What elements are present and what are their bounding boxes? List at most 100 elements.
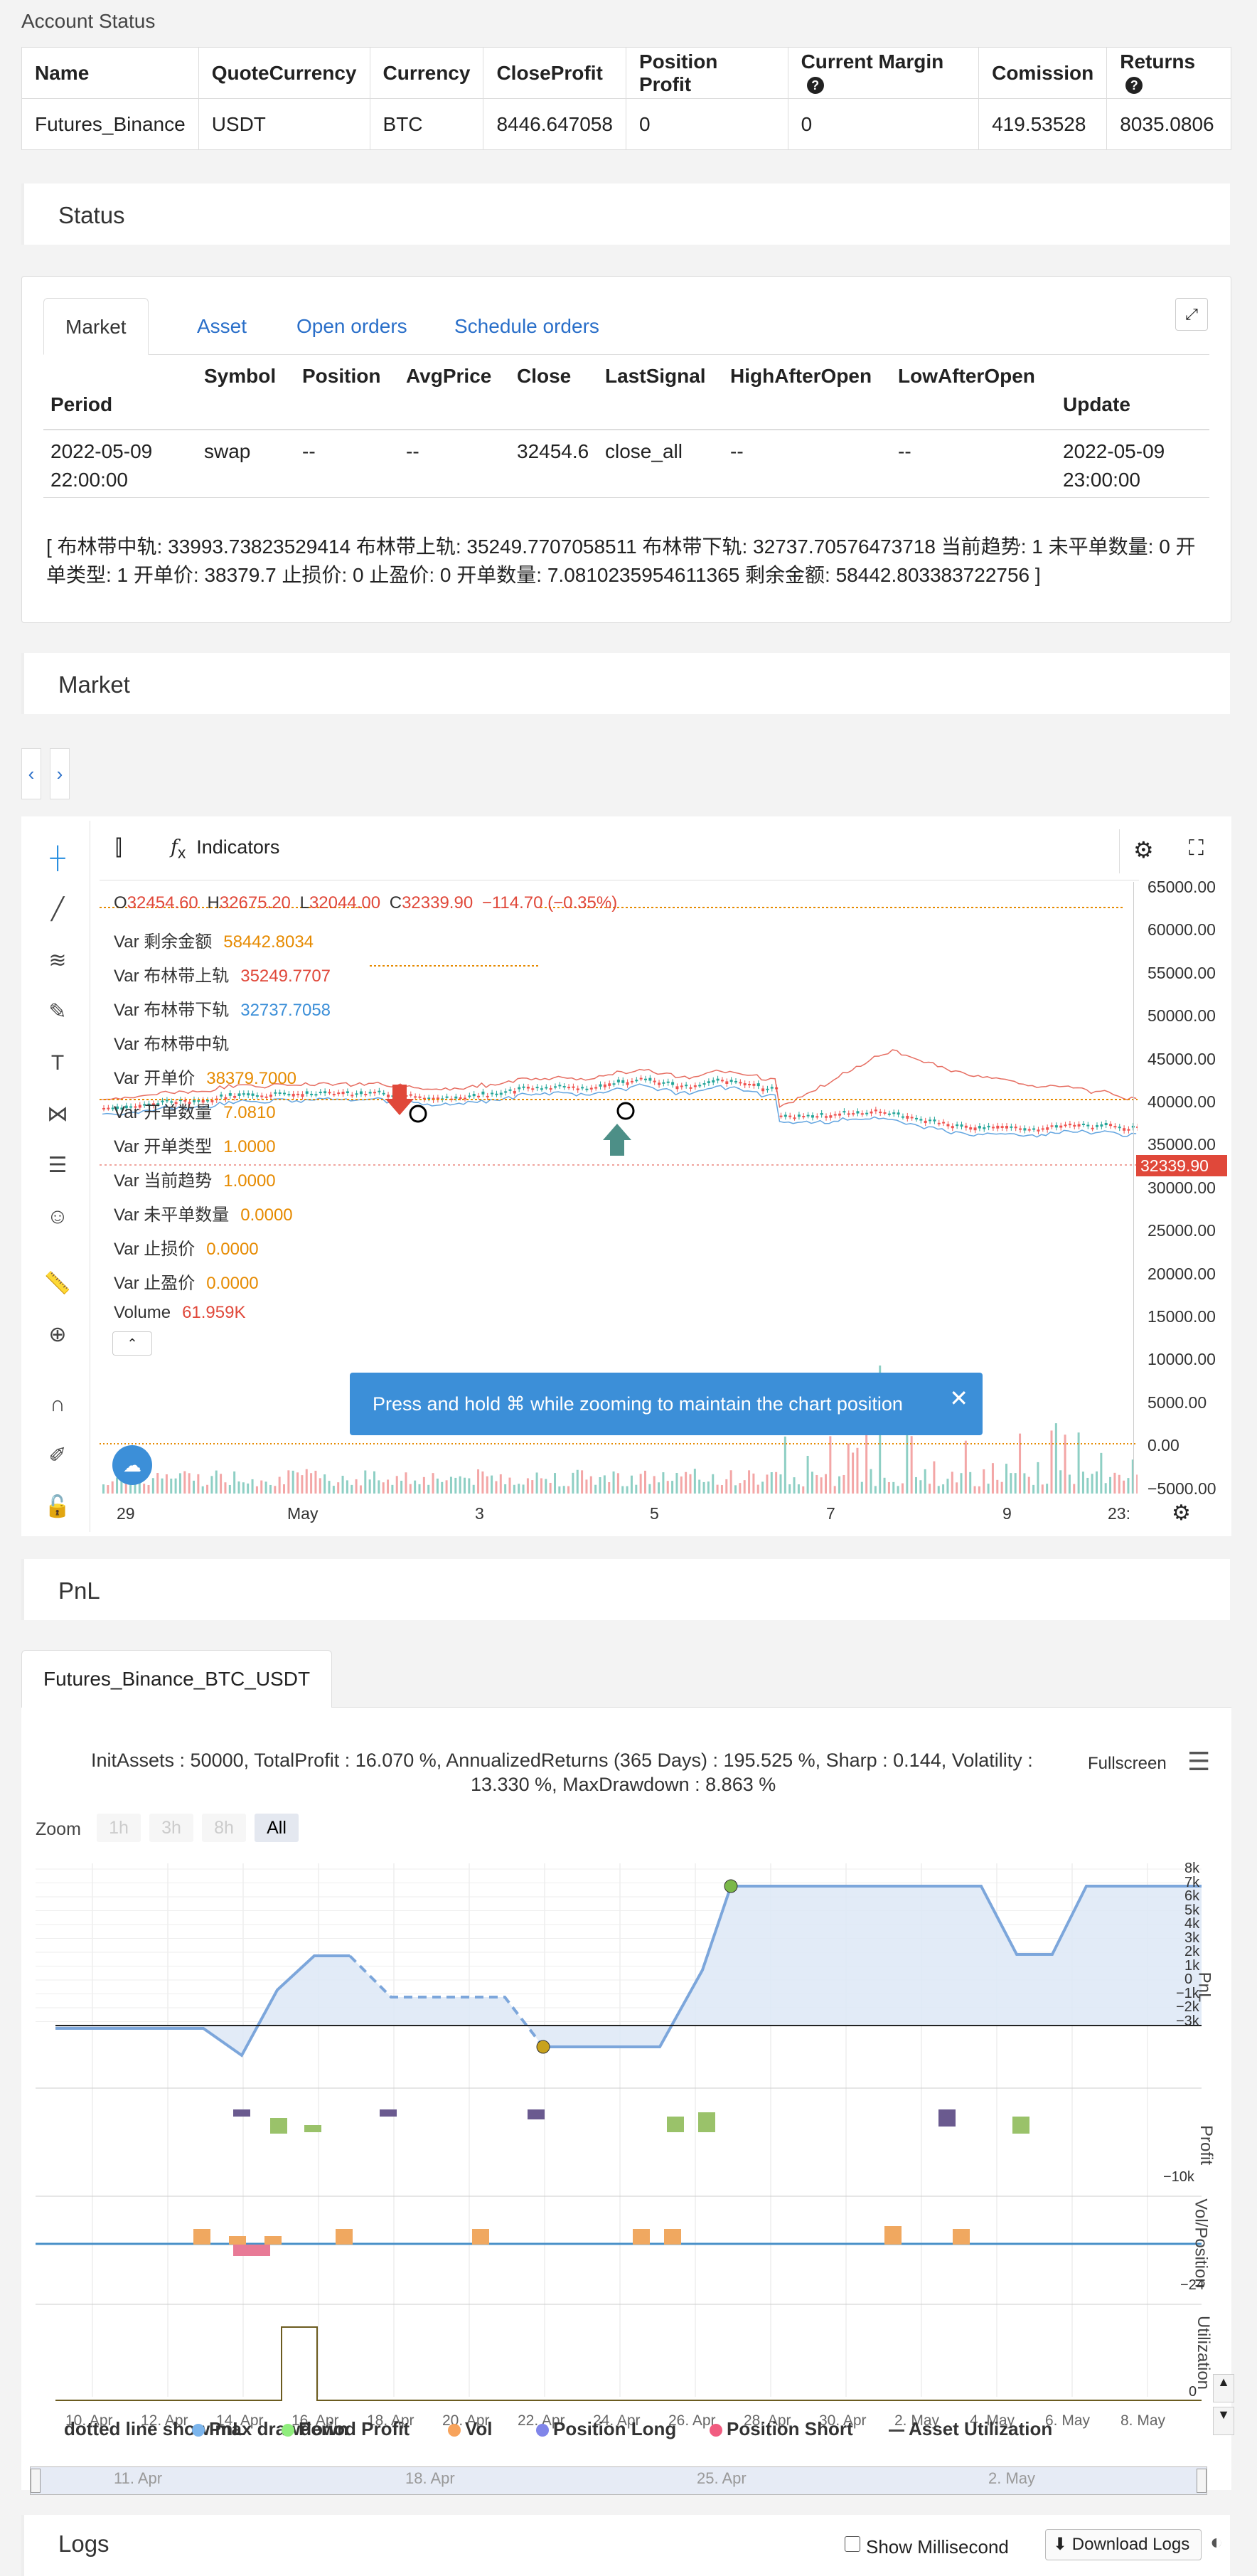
help-icon[interactable]: ? xyxy=(806,77,824,95)
candle xyxy=(287,1094,291,1096)
candle xyxy=(987,1125,990,1128)
tab-asset[interactable]: Asset xyxy=(197,298,247,355)
scroll-down-button[interactable]: ▼ xyxy=(1213,2407,1234,2435)
legend-label: Vol xyxy=(465,2418,493,2439)
indicator-legend-item[interactable]: Volume 61.959K xyxy=(114,1303,245,1323)
candle xyxy=(1136,1126,1138,1129)
scroll-up-button[interactable]: ▲ xyxy=(1213,2374,1234,2402)
legend-item[interactable]: PnL xyxy=(192,2418,244,2440)
volume-bar xyxy=(653,1476,656,1494)
volume-bar xyxy=(454,1477,457,1494)
expand-button[interactable]: ⤢ xyxy=(1175,298,1208,331)
forecast-icon[interactable]: ☰ xyxy=(41,1149,74,1182)
cell-lowafteropen: -- xyxy=(898,440,911,462)
volume-bar xyxy=(621,1486,624,1494)
zoom-button-8h[interactable]: 8h xyxy=(202,1814,246,1842)
volume-bar xyxy=(395,1476,398,1494)
navigator-handle-left[interactable] xyxy=(31,2469,41,2493)
volume-bar xyxy=(589,1476,592,1494)
text-tool-icon[interactable]: T xyxy=(41,1047,74,1080)
volume-bar xyxy=(951,1471,953,1494)
download-logs-button[interactable]: ⬇ Download Logs xyxy=(1045,2529,1202,2560)
zoom-button-1h[interactable]: 1h xyxy=(97,1814,141,1842)
candle xyxy=(454,1096,458,1099)
indicator-legend-item[interactable]: Var 未平单数量 0.0000 xyxy=(114,1201,293,1225)
tab-schedule-orders[interactable]: Schedule orders xyxy=(454,298,599,355)
volume-bar xyxy=(269,1484,272,1494)
legend-item[interactable]: Position Short xyxy=(710,2418,853,2440)
theme-toggle-icon[interactable]: ◐ xyxy=(1210,2530,1223,2555)
volume-bar xyxy=(838,1476,841,1494)
status-info-line2: 单类型: 1 开单价: 38379.7 止损价: 0 止盈价: 0 开单数量: … xyxy=(46,564,1041,586)
price-tick: 10000.00 xyxy=(1148,1350,1216,1369)
legend-item[interactable]: Period Profit xyxy=(282,2418,410,2440)
indicator-legend-item[interactable]: Var 布林带上轨 35249.7707 xyxy=(114,962,331,986)
volume-bar xyxy=(283,1484,285,1494)
lock-icon[interactable]: 🔓 xyxy=(41,1491,74,1523)
candle xyxy=(260,1095,264,1097)
collapse-legend-button[interactable]: ⌃ xyxy=(112,1331,152,1356)
magnet-icon[interactable]: ∩ xyxy=(41,1388,74,1421)
pattern-icon[interactable]: ⋈ xyxy=(41,1098,74,1131)
indicator-legend-item[interactable]: Var 当前趋势 1.0000 xyxy=(114,1166,276,1191)
volume-bar xyxy=(585,1479,588,1494)
volume-bar xyxy=(188,1473,191,1494)
indicator-legend-item[interactable]: Var 剩余金额 58442.8034 xyxy=(114,927,314,952)
show-ms-checkbox[interactable] xyxy=(845,2536,860,2552)
indicator-legend-item[interactable]: Var 开单数量 7.0810 xyxy=(114,1098,276,1123)
axis-settings-icon[interactable]: ⚙ xyxy=(1172,1501,1191,1526)
candle xyxy=(255,1095,259,1097)
vol-bar xyxy=(633,2229,650,2245)
indicator-legend-item[interactable]: Var 止损价 0.0000 xyxy=(114,1235,259,1260)
zoom-button-3h[interactable]: 3h xyxy=(149,1814,193,1842)
emoji-icon[interactable]: ☺ xyxy=(41,1201,74,1233)
close-icon[interactable]: ✕ xyxy=(949,1367,968,1430)
candle xyxy=(712,1080,715,1082)
crosshair-icon[interactable]: ┼ xyxy=(41,842,74,875)
candle xyxy=(946,1124,950,1127)
candle xyxy=(220,1094,223,1097)
volume-bar xyxy=(983,1469,985,1494)
indicator-legend-item[interactable]: Var 开单价 38379.7000 xyxy=(114,1064,296,1089)
help-icon[interactable]: ? xyxy=(1125,77,1143,95)
ruler-icon[interactable]: 📏 xyxy=(41,1267,74,1300)
fullscreen-label[interactable]: Fullscreen xyxy=(1088,1754,1167,1774)
zoom-button-All[interactable]: All xyxy=(255,1814,299,1842)
indicator-value: 61.959K xyxy=(182,1303,246,1322)
pnl-chart[interactable] xyxy=(36,1863,1230,2404)
volume-bar xyxy=(1077,1432,1080,1494)
legend-item[interactable]: Position Long xyxy=(536,2418,676,2440)
candle xyxy=(341,1092,345,1095)
tab-futures-binance[interactable]: Futures_Binance_BTC_USDT xyxy=(21,1650,333,1708)
nav-prev-button[interactable]: ‹ xyxy=(21,748,41,799)
account-cell-4: 0 xyxy=(625,98,788,150)
zoom-in-icon[interactable]: ⊕ xyxy=(41,1319,74,1351)
legend-item[interactable]: Vol xyxy=(448,2418,493,2440)
lock-drawing-icon[interactable]: ✐ xyxy=(41,1439,74,1472)
signal-circle-icon xyxy=(616,1102,635,1120)
trendline-icon[interactable]: ╱ xyxy=(41,893,74,926)
show-ms-label[interactable]: Show Millisecond xyxy=(866,2536,1009,2558)
indicator-legend-item[interactable]: Var 布林带中轨 xyxy=(114,1030,240,1055)
fullscreen-icon[interactable]: ⛶ xyxy=(1189,836,1204,861)
account-col-5: Current Margin? xyxy=(787,47,980,99)
brush-icon[interactable]: ✎ xyxy=(41,996,74,1028)
settings-icon[interactable]: ⚙ xyxy=(1133,836,1154,863)
nav-next-button[interactable]: › xyxy=(50,748,70,799)
candles-icon[interactable]: ⫿ xyxy=(115,836,122,861)
tab-open-orders[interactable]: Open orders xyxy=(296,298,407,355)
volume-bar xyxy=(382,1482,385,1494)
indicator-legend-item[interactable]: Var 开单类型 1.0000 xyxy=(114,1132,276,1157)
candle xyxy=(797,1114,801,1117)
indicator-legend-item[interactable]: Var 止盈价 0.0000 xyxy=(114,1269,259,1294)
indicators-button[interactable]: fx Indicators xyxy=(171,836,279,862)
indicator-legend-item[interactable]: Var 布林带下轨 32737.7058 xyxy=(114,996,331,1021)
tab-market[interactable]: Market xyxy=(43,298,149,355)
navigator-handle-right[interactable] xyxy=(1197,2469,1207,2493)
candle xyxy=(364,1094,368,1096)
volume-bar xyxy=(156,1473,159,1494)
menu-icon[interactable]: ☰ xyxy=(1187,1747,1210,1777)
position-short-bar xyxy=(233,2245,270,2256)
legend-item[interactable]: Asset Utilization xyxy=(889,2418,1052,2440)
fib-icon[interactable]: ≋ xyxy=(41,944,74,977)
